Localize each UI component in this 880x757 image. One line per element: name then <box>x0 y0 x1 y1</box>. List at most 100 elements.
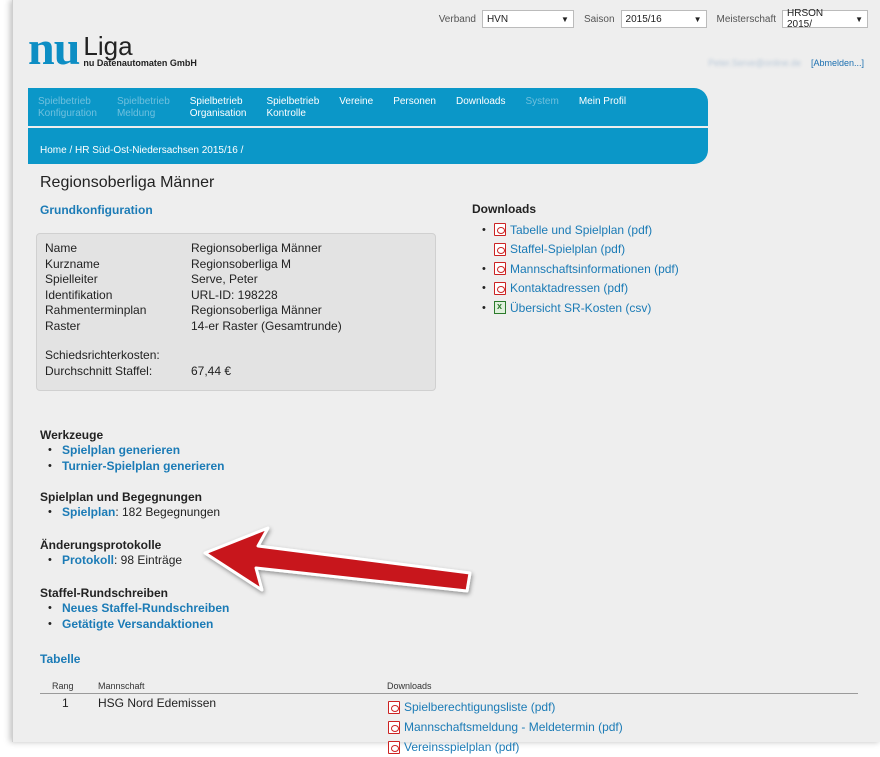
column-header-mannschaft: Mannschaft <box>98 681 145 691</box>
verband-select[interactable]: HVN ▼ <box>481 10 574 28</box>
spielplan-link[interactable]: Spielplan <box>62 505 115 519</box>
nav-item-mein-profil[interactable]: Mein Profil <box>579 88 636 126</box>
werkzeuge-section: Werkzeuge • Spielplan generieren • Turnier… <box>40 428 224 474</box>
chevron-down-icon: ▼ <box>693 14 702 24</box>
nav-item-label: Mein Profil <box>578 96 627 107</box>
nav-item-sublabel: Meldung <box>116 108 156 119</box>
nav-item-sublabel: Organisation <box>189 108 247 119</box>
column-header-downloads: Downloads <box>387 681 432 691</box>
protokoll-section: Änderungsprotokolle • Protokoll: 98 Eintr… <box>40 538 182 568</box>
protokoll-link[interactable]: Protokoll <box>62 553 114 567</box>
nav-item-spielbetrieb-meldung[interactable]: Spielbetrieb Meldung <box>117 88 180 126</box>
neues-rundschreiben-link[interactable]: Neues Staffel-Rundschreiben <box>62 601 229 615</box>
team-download-link[interactable]: Vereinsspielplan (pdf) <box>404 740 519 754</box>
list-item: • Protokoll: 98 Einträge <box>48 553 183 567</box>
nav-item-label: Spielbetrieb <box>266 96 320 107</box>
rundschreiben-heading: Staffel-Rundschreiben <box>40 586 169 600</box>
pdf-icon[interactable] <box>494 262 506 276</box>
saison-value: 2015/16 <box>625 13 662 25</box>
config-row: Durchschnitt Staffel: 67,44 € <box>45 364 435 380</box>
logo-nu: nu <box>28 22 80 75</box>
column-header-rang: Rang <box>52 681 74 691</box>
chevron-down-icon: ▼ <box>855 14 863 24</box>
grundkonfiguration-panel: Name Regionsoberliga Männer Kurzname Region… <box>36 233 436 391</box>
nav-item-label: Vereine <box>339 96 374 107</box>
werkzeuge-heading: Werkzeuge <box>40 428 104 442</box>
nav-item-personen[interactable]: Personen <box>393 88 446 126</box>
rundschreiben-section: Staffel-Rundschreiben • Neues Staffel-Run… <box>40 586 229 632</box>
nav-item-label: Spielbetrieb <box>189 96 243 107</box>
nav-item-vereine[interactable]: Vereine <box>339 88 383 126</box>
download-item: • Kontaktadressen (pdf) <box>482 279 679 299</box>
top-selector-bar: Verband HVN ▼ Saison 2015/16 ▼ Meisterscha… <box>439 8 868 30</box>
team-download-item: Mannschaftsmeldung - Meldetermin (pdf) <box>388 717 623 737</box>
chevron-down-icon: ▼ <box>561 14 569 24</box>
pdf-icon[interactable] <box>388 740 400 754</box>
nav-item-label: Personen <box>393 96 436 107</box>
row-mannschaft: HSG Nord Edemissen <box>98 696 217 710</box>
config-row: Identifikation URL-ID: 198228 <box>45 288 435 304</box>
logout-link[interactable]: [Abmelden...] <box>811 58 864 68</box>
pdf-icon[interactable] <box>494 223 506 237</box>
pdf-icon[interactable] <box>388 700 400 714</box>
list-item: • Spielplan: 182 Begegnungen <box>48 505 221 519</box>
logo-company: nu Datenautomaten GmbH <box>83 58 197 68</box>
nav-item-system[interactable]: System <box>525 88 568 126</box>
saison-select[interactable]: 2015/16 ▼ <box>620 10 707 28</box>
download-item: Staffel-Spielplan (pdf) <box>482 240 679 260</box>
spreadsheet-icon[interactable] <box>494 301 506 315</box>
download-link[interactable]: Staffel-Spielplan (pdf) <box>510 242 625 256</box>
team-download-link[interactable]: Mannschaftsmeldung - Meldetermin (pdf) <box>404 720 623 734</box>
saison-label: Saison <box>583 13 615 25</box>
team-download-item: Vereinsspielplan (pdf) <box>388 737 623 757</box>
table-header: Rang Mannschaft Downloads <box>40 677 858 694</box>
tabelle-heading[interactable]: Tabelle <box>40 652 80 666</box>
user-bar: Peter.Serve@online.de [Abmelden...] <box>708 58 864 68</box>
download-link[interactable]: Übersicht SR-Kosten (csv) <box>510 301 651 315</box>
row-rang: 1 <box>62 696 69 710</box>
nav-item-label: Spielbetrieb <box>38 96 91 107</box>
download-link[interactable]: Kontaktadressen (pdf) <box>510 281 628 295</box>
main-navigation: Spielbetrieb Konfiguration Spielbetrieb Mel… <box>28 88 708 126</box>
durchschnitt-label: Durchschnitt Staffel: <box>45 363 153 378</box>
page-title: Regionsoberliga Männer <box>40 174 215 191</box>
nav-item-spielbetrieb-konfiguration[interactable]: Spielbetrieb Konfiguration <box>38 88 107 126</box>
turnier-spielplan-generieren-link[interactable]: Turnier-Spielplan generieren <box>62 459 224 473</box>
kosten-label: Schiedsrichterkosten: <box>45 348 160 362</box>
nav-item-spielbetrieb-organisation[interactable]: Spielbetrieb Organisation <box>190 88 257 126</box>
nav-item-downloads[interactable]: Downloads <box>456 88 515 126</box>
bullet: • <box>482 282 486 295</box>
versandaktionen-link[interactable]: Getätigte Versandaktionen <box>62 617 213 631</box>
list-item: • Getätigte Versandaktionen <box>48 617 214 631</box>
download-link[interactable]: Mannschaftsinformationen (pdf) <box>510 262 679 276</box>
download-item: • Tabelle und Spielplan (pdf) <box>482 220 679 240</box>
config-row: Schiedsrichterkosten: <box>45 348 435 364</box>
config-row: Name Regionsoberliga Männer <box>45 241 435 257</box>
config-value: Regionsoberliga Männer <box>191 303 322 317</box>
meisterschaft-label: Meisterschaft <box>716 13 776 25</box>
list-item: • Turnier-Spielplan generieren <box>48 459 225 473</box>
nav-item-spielbetrieb-kontrolle[interactable]: Spielbetrieb Kontrolle <box>266 88 329 126</box>
pdf-icon[interactable] <box>494 281 506 295</box>
nav-item-label: Spielbetrieb <box>116 96 170 107</box>
nav-item-sublabel: Konfiguration <box>38 108 97 119</box>
list-item: • Spielplan generieren <box>48 443 181 457</box>
spielplan-section: Spielplan und Begegnungen • Spielplan: 18… <box>40 490 220 520</box>
config-row: Spielleiter Serve, Peter <box>45 272 435 288</box>
spielplan-generieren-link[interactable]: Spielplan generieren <box>62 443 180 457</box>
config-value: Regionsoberliga Männer <box>191 241 322 255</box>
pdf-icon[interactable] <box>388 720 400 734</box>
config-row: Rahmenterminplan Regionsoberliga Männer <box>45 303 435 319</box>
nuliga-logo[interactable]: nu Liga nu Datenautomaten GmbH <box>28 22 197 75</box>
download-item: • Mannschaftsinformationen (pdf) <box>482 259 679 279</box>
download-item: • Übersicht SR-Kosten (csv) <box>482 298 679 318</box>
breadcrumb-text[interactable]: Home / HR Süd-Ost-Niedersachsen 2015/16 … <box>40 145 243 156</box>
bullet: • <box>482 301 486 314</box>
pdf-icon[interactable] <box>494 242 506 256</box>
nav-item-label: Downloads <box>456 96 506 107</box>
team-download-link[interactable]: Spielberechtigungsliste (pdf) <box>404 700 555 714</box>
config-value: 14-er Raster (Gesamtrunde) <box>191 318 342 333</box>
download-link[interactable]: Tabelle und Spielplan (pdf) <box>510 223 652 237</box>
grundkonfiguration-link[interactable]: Grundkonfiguration <box>40 203 153 217</box>
meisterschaft-select[interactable]: HRSON 2015/ ▼ <box>782 8 868 30</box>
